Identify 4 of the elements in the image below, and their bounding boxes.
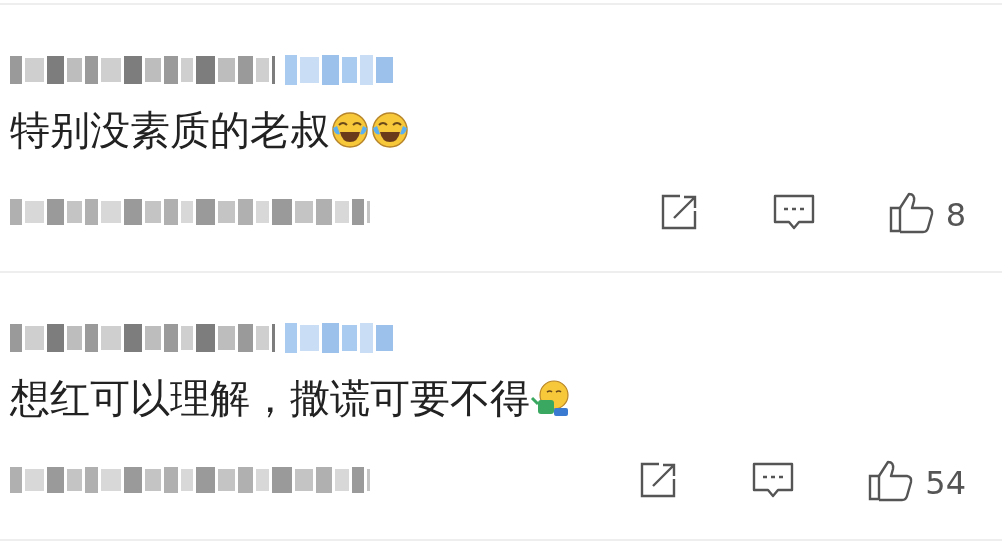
like-count: 8 [945,196,966,234]
comment-text: 特别没素质的老叔 [10,105,330,155]
comment-text: 想红可以理解，撒谎可要不得 [10,373,530,423]
like-count: 54 [925,464,966,502]
